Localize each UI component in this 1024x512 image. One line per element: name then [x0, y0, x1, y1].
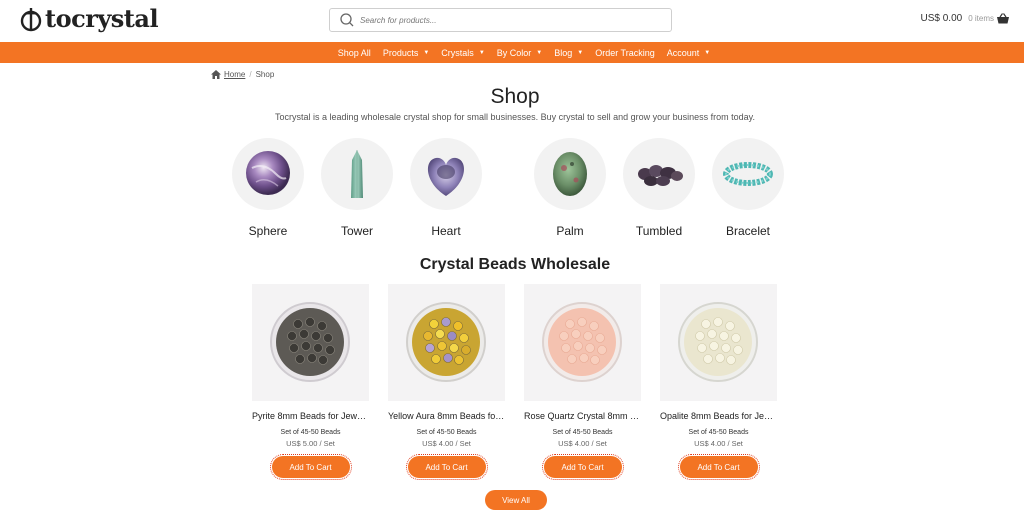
product-price: US$ 5.00 / Set	[286, 439, 335, 448]
section-title: Crystal Beads Wholesale	[419, 256, 611, 273]
nav-label: By Color	[496, 47, 532, 58]
opalite-beads-image	[678, 302, 758, 382]
category-label: Palm	[556, 224, 584, 238]
bracelet-image	[723, 162, 773, 186]
logo-mark-icon	[20, 8, 42, 32]
header-cart[interactable]: US$ 0.00 0 items	[920, 13, 1009, 24]
product-image[interactable]	[252, 284, 369, 401]
category-sphere[interactable]: Sphere	[232, 138, 304, 238]
product-subtitle: Set of 45-50 Beads	[552, 429, 613, 436]
main-nav: Shop All Products ▼ Crystals ▼ By Color ▼ B…	[0, 42, 1024, 63]
product-subtitle: Set of 45-50 Beads	[688, 429, 749, 436]
nav-label: Products	[382, 47, 419, 58]
product-name[interactable]: Rose Quartz Crystal 8mm Beads	[524, 411, 641, 421]
breadcrumb-home-link[interactable]: Home	[224, 70, 245, 79]
caret-down-icon: ▼	[577, 49, 584, 56]
home-icon	[211, 70, 221, 79]
nav-label: Crystals	[441, 47, 474, 58]
nav-order-tracking[interactable]: Order Tracking	[595, 48, 655, 58]
search-icon[interactable]	[336, 9, 358, 31]
product-image[interactable]	[388, 284, 505, 401]
caret-down-icon: ▼	[423, 49, 430, 56]
category-palm[interactable]: Palm	[534, 138, 606, 238]
nav-label: Shop All	[337, 47, 371, 58]
product-subtitle: Set of 45-50 Beads	[280, 429, 341, 436]
rose-quartz-beads-image	[542, 302, 622, 382]
category-label: Bracelet	[725, 224, 771, 238]
basket-icon	[997, 13, 1009, 24]
heart-image	[427, 157, 465, 196]
nav-label: Order Tracking	[595, 47, 655, 58]
product-price: US$ 4.00 / Set	[694, 439, 743, 448]
breadcrumb-separator: /	[249, 70, 252, 79]
product-card: Rose Quartz Crystal 8mm Beads Set of 45-…	[524, 284, 641, 480]
add-to-cart-button[interactable]: Add To Cart	[405, 454, 488, 480]
add-to-cart-button[interactable]: Add To Cart	[269, 454, 352, 480]
cart-total: US$ 0.00	[920, 13, 963, 24]
search-bar	[329, 8, 672, 32]
product-name[interactable]: Opalite 8mm Beads for Jewelry Making	[660, 411, 777, 421]
category-image	[534, 138, 606, 210]
breadcrumb-current: Shop	[255, 70, 275, 79]
pyrite-beads-image	[270, 302, 350, 382]
category-image	[623, 138, 695, 210]
nav-shop-all[interactable]: Shop All	[338, 48, 371, 58]
nav-account[interactable]: Account ▼	[667, 48, 710, 58]
category-image	[712, 138, 784, 210]
add-to-cart-button[interactable]: Add To Cart	[541, 454, 624, 480]
nav-blog[interactable]: Blog ▼	[554, 48, 583, 58]
nav-by-color[interactable]: By Color ▼	[497, 48, 542, 58]
palm-stone-image	[553, 152, 587, 196]
search-input[interactable]	[360, 15, 660, 25]
product-name[interactable]: Yellow Aura 8mm Beads for Jewelry Making	[388, 411, 505, 421]
nav-label: Blog	[554, 47, 573, 58]
caret-down-icon: ▼	[478, 49, 485, 56]
view-all-button[interactable]: View All	[485, 490, 547, 510]
product-card: Pyrite 8mm Beads for Jewelry Making Set …	[252, 284, 369, 480]
caret-down-icon: ▼	[536, 49, 543, 56]
product-image[interactable]	[660, 284, 777, 401]
sphere-image	[246, 151, 290, 195]
logo-text: tocrystal	[45, 4, 159, 33]
page-description: Tocrystal is a leading wholesale crystal…	[274, 112, 756, 122]
product-card: Yellow Aura 8mm Beads for Jewelry Making…	[388, 284, 505, 480]
category-tower[interactable]: Tower	[321, 138, 393, 238]
category-heart[interactable]: Heart	[410, 138, 482, 238]
add-to-cart-button[interactable]: Add To Cart	[677, 454, 760, 480]
yellow-aura-beads-image	[406, 302, 486, 382]
nav-label: Account	[666, 47, 700, 58]
site-logo[interactable]: tocrystal	[20, 4, 159, 34]
tower-image	[351, 150, 363, 198]
breadcrumb: Home / Shop	[211, 70, 274, 79]
category-image	[410, 138, 482, 210]
caret-down-icon: ▼	[704, 49, 711, 56]
tumbled-stones-image	[638, 165, 683, 186]
product-price: US$ 4.00 / Set	[422, 439, 471, 448]
nav-crystals[interactable]: Crystals ▼	[441, 48, 484, 58]
category-image	[232, 138, 304, 210]
category-label: Tumbled	[635, 224, 683, 238]
product-name[interactable]: Pyrite 8mm Beads for Jewelry Making	[252, 411, 369, 421]
category-image	[321, 138, 393, 210]
product-image[interactable]	[524, 284, 641, 401]
category-tumbled[interactable]: Tumbled	[623, 138, 695, 238]
category-bracelet[interactable]: Bracelet	[712, 138, 784, 238]
page-title: Shop	[490, 85, 540, 108]
nav-products[interactable]: Products ▼	[383, 48, 429, 58]
product-card: Opalite 8mm Beads for Jewelry Making Set…	[660, 284, 777, 480]
category-label: Sphere	[248, 224, 288, 238]
product-subtitle: Set of 45-50 Beads	[416, 429, 477, 436]
category-label: Tower	[340, 224, 373, 238]
site-header: tocrystal US$ 0.00 0 items	[0, 0, 1024, 42]
cart-count: 0 items	[968, 14, 994, 23]
category-label: Heart	[431, 224, 461, 238]
product-price: US$ 4.00 / Set	[558, 439, 607, 448]
